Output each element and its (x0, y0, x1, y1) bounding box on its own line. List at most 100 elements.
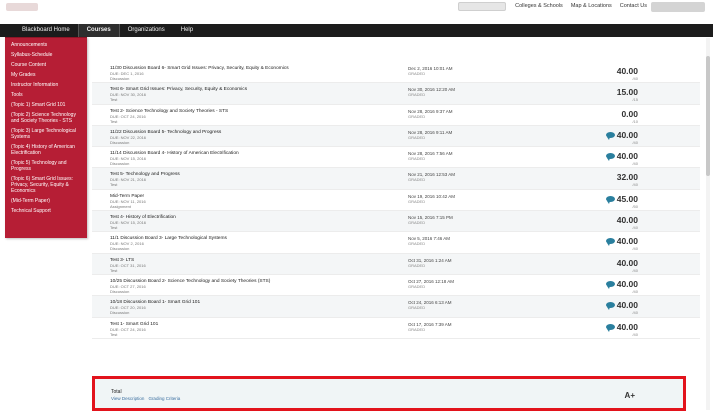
grade-points-possible: /40 (632, 310, 638, 316)
grade-score: 40.00 (616, 300, 638, 311)
grades-list: 11/30 Discussion Board 6- Smart Grid Iss… (92, 62, 700, 339)
tab-organizations[interactable]: Organizations (120, 24, 173, 37)
grade-points-possible: /15 (632, 97, 638, 103)
grade-item-type: Discussion (110, 139, 130, 145)
grade-row[interactable]: Test 4- History of Electrification DUE: … (92, 211, 700, 233)
grade-item-status: GRADED (408, 71, 426, 76)
grade-points-possible: /40 (632, 139, 638, 145)
menu-item-topic-5[interactable]: (Topic 5) Technology and Progress (5, 158, 87, 174)
grade-score: 40.00 (616, 321, 638, 332)
grade-score: 40.00 (616, 129, 638, 140)
grade-item-type: Discussion (110, 288, 130, 294)
grade-item-status: GRADED (408, 92, 426, 98)
menu-item-topic-1[interactable]: (Topic 1) Smart Grid 101 (5, 100, 87, 110)
view-description-link[interactable]: View Description (111, 396, 144, 401)
total-grade-row: Total View Description Grading Criteria … (92, 376, 686, 411)
grade-item-type: Test (110, 225, 118, 231)
grade-points-possible: /50 (632, 203, 638, 209)
grade-points-possible: /40 (632, 225, 638, 231)
grading-criteria-link[interactable]: Grading Criteria (148, 396, 180, 401)
top-link-contact[interactable]: Contact Us (620, 3, 647, 9)
tab-blackboard-home[interactable]: Blackboard Home (14, 24, 78, 37)
grade-item-status: GRADED (408, 198, 426, 204)
comment-icon[interactable] (606, 302, 615, 311)
grade-item-type: Discussion (110, 246, 130, 252)
grade-item-status: GRADED (408, 305, 426, 311)
grade-points-possible: /40 (632, 288, 638, 294)
scrollbar-thumb[interactable] (706, 56, 710, 176)
grade-row[interactable]: 10/25 Discussion Board 2- Science Techno… (92, 275, 700, 297)
grade-item-status: GRADED (408, 134, 426, 140)
grade-points-possible: /10 (632, 118, 638, 124)
total-label: Total (111, 389, 122, 395)
site-logo (6, 3, 38, 11)
top-link-colleges[interactable]: Colleges & Schools (515, 3, 563, 9)
grade-row[interactable]: Test 6- Smart Grid Issues: Privacy, Secu… (92, 83, 700, 105)
top-utility-bar: Colleges & Schools Map & Locations Conta… (0, 0, 713, 14)
menu-item-announcements[interactable]: Announcements (5, 40, 87, 50)
grade-points-possible: /40 (632, 182, 638, 188)
menu-item-course-content[interactable]: Course Content (5, 60, 87, 70)
grade-item-status: GRADED (408, 113, 426, 119)
grade-item-status: GRADED (408, 262, 426, 268)
comment-icon[interactable] (606, 323, 615, 332)
menu-item-topic-2[interactable]: (Topic 2) Science Technology and Society… (5, 110, 87, 126)
menu-item-topic-3[interactable]: (Topic 3) Large Technological Systems (5, 126, 87, 142)
course-menu: Announcements Syllabus-Schedule Course C… (5, 37, 87, 238)
grade-row[interactable]: 11/30 Discussion Board 6- Smart Grid Iss… (92, 62, 700, 84)
grade-item-status: GRADED (408, 283, 426, 289)
grade-points-possible: /40 (632, 161, 638, 167)
comment-icon[interactable] (606, 238, 615, 247)
grade-points-possible: /40 (632, 267, 638, 273)
grade-score: 40.00 (616, 215, 638, 226)
menu-item-tools[interactable]: Tools (5, 90, 87, 100)
grade-points-possible: /40 (632, 246, 638, 252)
menu-item-syllabus[interactable]: Syllabus-Schedule (5, 50, 87, 60)
menu-item-topic-4[interactable]: (Topic 4) History of American Electrific… (5, 142, 87, 158)
grade-score: 40.00 (616, 236, 638, 247)
grade-item-type: Discussion (110, 76, 130, 81)
top-links: Colleges & Schools Map & Locations Conta… (515, 3, 647, 9)
grade-score: 0.00 (621, 108, 638, 119)
grade-score: 45.00 (616, 193, 638, 204)
search-input[interactable] (458, 2, 506, 11)
grade-row[interactable]: Test 2- Science Technology and Society T… (92, 105, 700, 126)
comment-icon[interactable] (606, 153, 615, 162)
grade-item-status: GRADED (408, 241, 426, 247)
grade-row[interactable]: 11/22 Discussion Board 5- Technology and… (92, 125, 700, 148)
comment-icon[interactable] (606, 280, 615, 289)
total-links: View Description Grading Criteria (111, 396, 180, 401)
total-grade-value: A+ (624, 391, 635, 400)
grade-points-possible: /40 (632, 76, 638, 81)
user-area[interactable] (651, 2, 705, 12)
grade-item-type: Test (110, 182, 118, 188)
menu-item-my-grades[interactable]: My Grades (5, 70, 87, 80)
grade-row[interactable]: Test 1- Smart Grid 101 DUE: OCT 24, 2016… (92, 318, 700, 339)
grade-row[interactable]: Test 3- LTS DUE: OCT 31, 2016 Test Oct 3… (92, 253, 700, 275)
grade-item-type: Test (110, 97, 118, 103)
top-link-maps[interactable]: Map & Locations (571, 3, 612, 9)
grade-row[interactable]: Test 5- Technology and Progress DUE: NOV… (92, 168, 700, 190)
comment-icon[interactable] (606, 131, 615, 140)
menu-item-technical-support[interactable]: Technical Support (5, 206, 87, 216)
grade-score: 15.00 (616, 87, 638, 98)
grade-item-status: GRADED (408, 177, 426, 183)
grade-row[interactable]: Mid-Term Paper DUE: NOV 11, 2016 Assignm… (92, 190, 700, 212)
menu-item-topic-6[interactable]: (Topic 6) Smart Grid Issues: Privacy, Se… (5, 174, 87, 196)
menu-item-instructor-info[interactable]: Instructor Information (5, 80, 87, 90)
grade-item-type: Assignment (110, 203, 131, 209)
grade-row[interactable]: 11/14 Discussion Board 4- History of Ame… (92, 147, 700, 169)
grade-item-status: GRADED (408, 326, 426, 332)
menu-item-midterm-paper[interactable]: (Mid-Term Paper) (5, 196, 87, 206)
grade-row[interactable]: 11/1 Discussion Board 3- Large Technolog… (92, 232, 700, 254)
grade-score: 40.00 (616, 257, 638, 268)
comment-icon[interactable] (606, 195, 615, 204)
grade-item-type: Test (110, 331, 118, 337)
tab-courses[interactable]: Courses (77, 24, 120, 37)
grade-item-status: GRADED (408, 220, 426, 226)
grade-score: 40.00 (616, 278, 638, 289)
grade-row[interactable]: 10/18 Discussion Board 1- Smart Grid 101… (92, 296, 700, 318)
grade-points-possible: /40 (632, 331, 638, 337)
tab-help[interactable]: Help (173, 24, 201, 37)
grade-item-type: Discussion (110, 310, 130, 316)
